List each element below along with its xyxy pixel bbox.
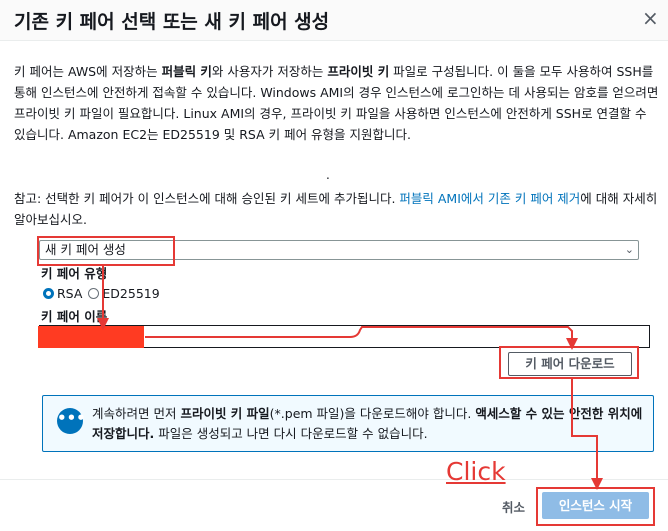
info-text-3: 파일은 생성되고 나면 다시 다운로드할 수 없습니다. <box>154 426 428 441</box>
close-icon[interactable]: × <box>642 8 659 28</box>
key-pair-select[interactable]: 새 키 페어 생성 ⌄ <box>39 240 639 260</box>
key-pair-type-radios: RSA ED25519 <box>43 286 160 301</box>
download-key-pair-button[interactable]: 키 페어 다운로드 <box>508 352 632 376</box>
description-bold-private-key: 프라이빗 키 <box>327 64 390 79</box>
key-pair-select-value: 새 키 페어 생성 <box>45 242 126 257</box>
info-text-1: 계속하려면 먼저 <box>92 406 181 421</box>
stray-dot: . <box>326 168 330 182</box>
chevron-down-icon: ⌄ <box>624 243 634 256</box>
remove-key-pair-link[interactable]: 퍼블릭 AMI에서 기존 키 페어 제거 <box>399 191 580 206</box>
description-bold-public-key: 퍼블릭 키 <box>161 64 212 79</box>
cancel-button[interactable]: 취소 <box>502 497 525 516</box>
dialog-header: 기존 키 페어 선택 또는 새 키 페어 생성 × <box>0 0 668 41</box>
info-bold-private-key-file: 프라이빗 키 파일 <box>180 406 270 421</box>
note-paragraph: 참고: 선택한 키 페어가 이 인스턴스에 대해 승인된 키 세트에 추가됩니다… <box>14 188 659 230</box>
description-paragraph: 키 페어는 AWS에 저장하는 퍼블릭 키와 사용자가 저장하는 프라이빗 키 … <box>14 61 659 145</box>
click-annotation: Click <box>446 457 506 486</box>
ed25519-radio-label[interactable]: ED25519 <box>102 286 159 301</box>
info-text-2: (*.pem 파일)을 다운로드해야 합니다. <box>269 406 476 421</box>
dialog-title: 기존 키 페어 선택 또는 새 키 페어 생성 <box>14 11 330 33</box>
ed25519-radio[interactable] <box>88 288 100 299</box>
key-pair-name-label: 키 페어 이름 <box>41 309 108 324</box>
info-alert-text: 계속하려면 먼저 프라이빗 키 파일(*.pem 파일)을 다운로드해야 합니다… <box>92 404 647 444</box>
rsa-radio[interactable] <box>43 288 54 299</box>
key-pair-type-label: 키 페어 유형 <box>41 266 108 281</box>
redacted-key-name <box>38 326 144 348</box>
footer-divider <box>0 479 668 480</box>
launch-instance-button[interactable]: 인스턴스 시작 <box>542 492 649 519</box>
chat-bubble-icon: ••• <box>57 408 86 434</box>
note-text: 참고: 선택한 키 페어가 이 인스턴스에 대해 승인된 키 세트에 추가됩니다… <box>14 191 400 206</box>
description-text-2: 와 사용자가 저장하는 <box>211 64 328 79</box>
info-alert: ••• 계속하려면 먼저 프라이빗 키 파일(*.pem 파일)을 다운로드해야… <box>42 395 654 452</box>
rsa-radio-label[interactable]: RSA <box>57 286 82 301</box>
description-text-1: 키 페어는 AWS에 저장하는 <box>14 64 162 79</box>
